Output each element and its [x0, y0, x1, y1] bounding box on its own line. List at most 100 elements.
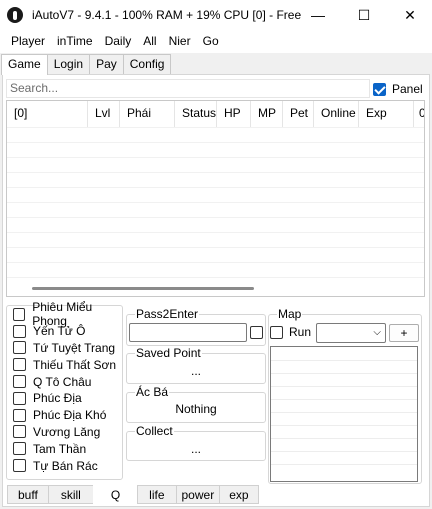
- minimize-button[interactable]: —: [295, 0, 341, 30]
- feature-checkbox[interactable]: [13, 425, 26, 439]
- menu-nier[interactable]: Nier: [163, 30, 197, 53]
- feature-checkbox[interactable]: [13, 391, 26, 405]
- ac-ba-value[interactable]: Nothing: [127, 402, 265, 416]
- column-lvl[interactable]: Lvl: [88, 101, 120, 127]
- column-index[interactable]: [0]: [7, 101, 88, 127]
- menu-bar: Player inTime Daily All Nier Go: [0, 30, 432, 53]
- list-gridline: [7, 157, 424, 158]
- feature-item[interactable]: Tứ Tuyệt Trang: [6, 340, 123, 357]
- maximize-button[interactable]: ☐: [341, 0, 387, 30]
- feature-checkbox[interactable]: [13, 375, 26, 389]
- list-gridline: [7, 277, 424, 278]
- map-list-gridline: [271, 386, 417, 387]
- run-checkbox[interactable]: [270, 326, 283, 339]
- feature-label: Yến Tử Ô: [33, 324, 86, 339]
- feature-item[interactable]: Q Tô Châu: [6, 373, 123, 390]
- feature-item[interactable]: Phúc Địa Khó: [6, 407, 123, 424]
- list-gridline: [7, 247, 424, 248]
- horizontal-scrollbar[interactable]: [32, 287, 254, 290]
- character-list[interactable]: [0] Lvl Phái Status HP MP Pet Online Exp…: [6, 100, 425, 297]
- tab-game[interactable]: Game: [1, 54, 48, 75]
- column-exp[interactable]: Exp: [359, 101, 414, 127]
- list-gridline: [7, 187, 424, 188]
- feature-label: Vương Lăng: [33, 424, 101, 439]
- ac-ba-label: Ác Bá: [135, 385, 170, 399]
- feature-label: Tam Thần: [33, 441, 87, 456]
- map-list-gridline: [271, 425, 417, 426]
- pass2enter-label: Pass2Enter: [135, 307, 200, 321]
- collect-label: Collect: [135, 424, 174, 438]
- tab-q[interactable]: Q: [92, 485, 139, 504]
- panel-toggle[interactable]: Panel: [373, 82, 423, 96]
- feature-checkbox[interactable]: [13, 324, 26, 338]
- list-gridline: [7, 232, 424, 233]
- feature-label: Tứ Tuyệt Trang: [33, 340, 116, 355]
- menu-daily[interactable]: Daily: [99, 30, 138, 53]
- panel-checkbox[interactable]: [373, 82, 386, 96]
- collect-value[interactable]: ...: [127, 442, 265, 456]
- list-gridline: [7, 172, 424, 173]
- map-select[interactable]: ⌵: [316, 323, 386, 343]
- tab-login[interactable]: Login: [46, 54, 91, 74]
- feature-checkbox[interactable]: [13, 307, 26, 321]
- menu-player[interactable]: Player: [0, 30, 51, 53]
- list-gridline: [7, 142, 424, 143]
- feature-checkbox[interactable]: [13, 408, 26, 422]
- feature-label: Thiếu Thất Sơn: [33, 357, 117, 372]
- run-label: Run: [289, 325, 312, 339]
- menu-intime[interactable]: inTime: [51, 30, 99, 53]
- tab-life[interactable]: life: [137, 485, 177, 504]
- list-gridline: [7, 127, 424, 128]
- column-phai[interactable]: Phái: [120, 101, 175, 127]
- menu-go[interactable]: Go: [197, 30, 225, 53]
- ac-ba-group: Ác Bá Nothing: [126, 386, 266, 423]
- column-mp[interactable]: MP: [251, 101, 283, 127]
- saved-point-group: Saved Point ...: [126, 347, 266, 384]
- column-online[interactable]: Online: [314, 101, 359, 127]
- feature-label: Phúc Địa Khó: [33, 408, 107, 423]
- feature-item[interactable]: Tự Bán Rác: [6, 457, 123, 474]
- feature-checkbox[interactable]: [13, 358, 26, 372]
- main-tabs: Game Login Pay Config: [0, 54, 172, 75]
- list-gridline: [7, 262, 424, 263]
- search-input[interactable]: Search...: [6, 79, 370, 98]
- close-button[interactable]: ✕: [387, 0, 432, 30]
- map-label: Map: [277, 307, 303, 321]
- feature-label: Phúc Địa: [33, 391, 82, 406]
- menu-all[interactable]: All: [137, 30, 162, 53]
- pass2enter-input[interactable]: [129, 323, 247, 342]
- tab-config[interactable]: Config: [122, 54, 172, 74]
- map-list-gridline: [271, 360, 417, 361]
- window-title: iAutoV7 - 9.4.1 - 100% RAM + 19% CPU [0]…: [32, 8, 302, 22]
- map-list-gridline: [271, 464, 417, 465]
- saved-point-label: Saved Point: [135, 346, 202, 360]
- feature-item[interactable]: Thiếu Thất Sơn: [6, 356, 123, 373]
- feature-list: Phiêu Miểu Phong Yến Tử Ô Tứ Tuyệt Trang…: [6, 300, 123, 480]
- feature-checkbox[interactable]: [13, 341, 26, 355]
- tab-buff[interactable]: buff: [7, 485, 49, 504]
- tab-power[interactable]: power: [175, 485, 221, 504]
- map-list[interactable]: [270, 346, 418, 482]
- pass2enter-checkbox[interactable]: [250, 326, 263, 339]
- column-hp[interactable]: HP: [217, 101, 251, 127]
- tab-exp[interactable]: exp: [219, 485, 259, 504]
- bottom-tabs: buff skill Q life power exp: [7, 485, 259, 505]
- tab-pay[interactable]: Pay: [89, 54, 124, 74]
- feature-item[interactable]: Phiêu Miểu Phong: [6, 300, 123, 328]
- feature-checkbox[interactable]: [13, 459, 26, 473]
- list-gridline: [7, 202, 424, 203]
- feature-checkbox[interactable]: [13, 442, 26, 456]
- panel-label: Panel: [392, 82, 423, 96]
- add-map-button[interactable]: +: [389, 324, 419, 342]
- saved-point-value[interactable]: ...: [127, 364, 265, 378]
- feature-item[interactable]: Tam Thần: [6, 440, 123, 457]
- map-list-gridline: [271, 451, 417, 452]
- column-status[interactable]: Status: [175, 101, 217, 127]
- feature-item[interactable]: Vương Lăng: [6, 424, 123, 441]
- column-extra[interactable]: 0: [414, 101, 424, 127]
- feature-label: Tự Bán Rác: [33, 458, 98, 473]
- list-gridline: [7, 217, 424, 218]
- feature-item[interactable]: Phúc Địa: [6, 390, 123, 407]
- tab-skill[interactable]: skill: [47, 485, 94, 504]
- column-pet[interactable]: Pet: [283, 101, 314, 127]
